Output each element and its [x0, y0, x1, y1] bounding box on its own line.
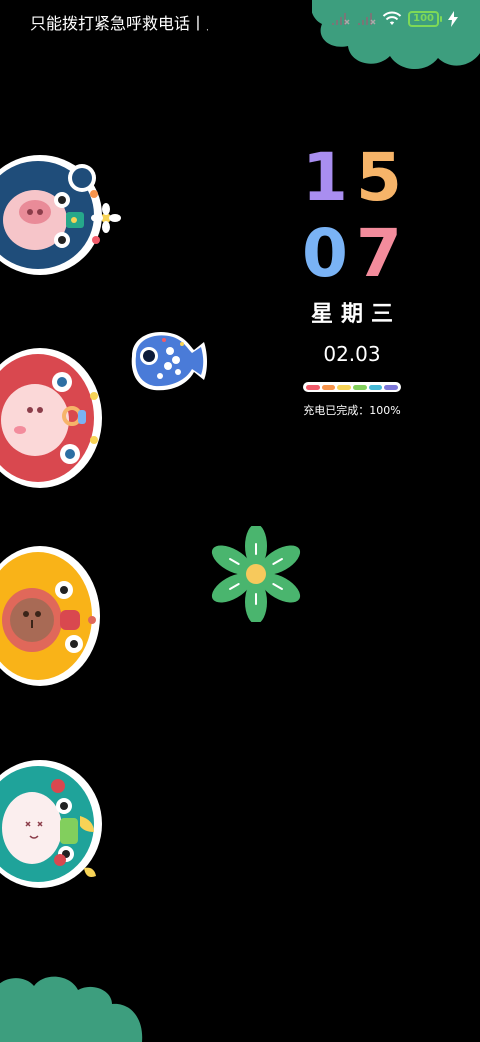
- status-bar: 只能拨打紧急呼救电话丨只 100: [0, 0, 480, 44]
- clock-widget: 1 5 0 7 星期三 02.03 充电已完成：100%: [300, 140, 404, 418]
- signal-x-icon: [358, 13, 376, 25]
- weekday-label: 星期三: [310, 302, 401, 327]
- minute-ones-digit: 7: [356, 215, 402, 292]
- status-icons: 100: [330, 11, 458, 27]
- blue-dragon-sticker: [0, 155, 121, 275]
- date-label: 02.03: [323, 342, 381, 366]
- battery-level: 100: [408, 11, 439, 27]
- minute-row: 0 7: [300, 216, 404, 292]
- minute-tens-digit: 0: [302, 215, 348, 292]
- green-flower-sticker: [211, 526, 301, 622]
- wifi-icon: [382, 11, 402, 25]
- carrier-status-text: 只能拨打紧急呼救电话丨只: [30, 14, 208, 33]
- yellow-dragon-sticker: [0, 546, 100, 686]
- battery-icon: 100: [408, 11, 442, 27]
- charge-progress-bar: [303, 382, 401, 392]
- charge-status-label: 充电已完成：100%: [303, 404, 401, 417]
- signal-x-icon: [332, 13, 350, 25]
- teal-dragon-sticker: [0, 760, 102, 888]
- bottom-left-cloud: [0, 976, 143, 1042]
- hour-ones-digit: 5: [356, 139, 402, 216]
- charging-bolt-icon: [448, 11, 458, 27]
- hour-tens-digit: 1: [302, 139, 348, 216]
- hour-row: 1 5: [300, 140, 404, 216]
- red-dragon-sticker: [0, 348, 102, 488]
- blue-fish-sticker: [131, 332, 207, 391]
